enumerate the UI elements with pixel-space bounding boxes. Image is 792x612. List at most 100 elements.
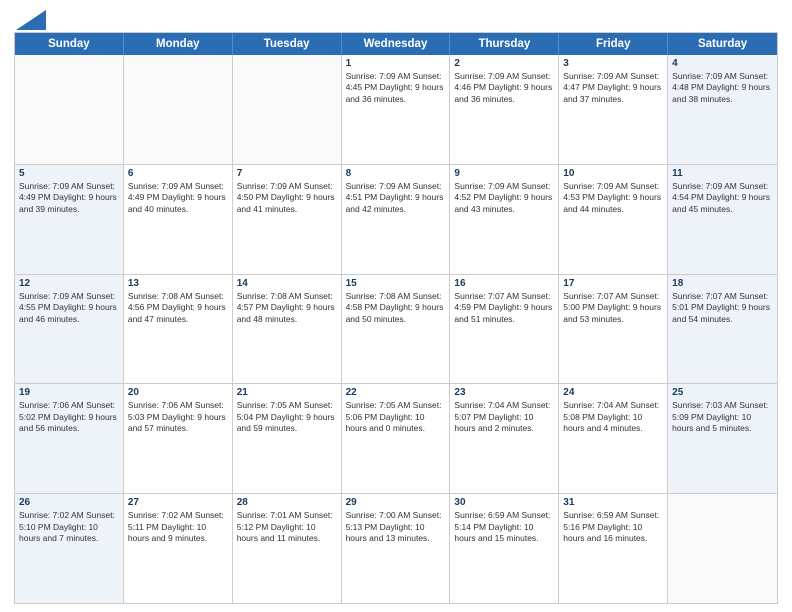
day-number: 22 bbox=[346, 387, 446, 398]
day-info: Sunrise: 7:06 AM Sunset: 5:02 PM Dayligh… bbox=[19, 400, 119, 434]
day-cell-4-7: 25 Sunrise: 7:03 AM Sunset: 5:09 PM Dayli… bbox=[668, 384, 777, 493]
day-number: 1 bbox=[346, 58, 446, 69]
day-cell-3-1: 12Sunrise: 7:09 AM Sunset: 4:55 PM Dayli… bbox=[15, 275, 124, 384]
day-cell-3-7: 18 Sunrise: 7:07 AM Sunset: 5:01 PM Dayli… bbox=[668, 275, 777, 384]
day-cell-2-2: 6Sunrise: 7:09 AM Sunset: 4:49 PM Daylig… bbox=[124, 165, 233, 274]
week-row-5: 26 Sunrise: 7:02 AM Sunset: 5:10 PM Dayli… bbox=[15, 493, 777, 603]
day-cell-5-1: 26 Sunrise: 7:02 AM Sunset: 5:10 PM Dayli… bbox=[15, 494, 124, 603]
day-cell-3-5: 16 Sunrise: 7:07 AM Sunset: 4:59 PM Dayli… bbox=[450, 275, 559, 384]
week-row-4: 19 Sunrise: 7:06 AM Sunset: 5:02 PM Dayli… bbox=[15, 383, 777, 493]
day-number: 14 bbox=[237, 278, 337, 289]
page: SundayMondayTuesdayWednesdayThursdayFrid… bbox=[0, 0, 792, 612]
day-cell-4-2: 20Sunrise: 7:06 AM Sunset: 5:03 PM Dayli… bbox=[124, 384, 233, 493]
day-info: Sunrise: 7:09 AM Sunset: 4:55 PM Dayligh… bbox=[19, 291, 119, 325]
day-cell-2-7: 11 Sunrise: 7:09 AM Sunset: 4:54 PM Dayli… bbox=[668, 165, 777, 274]
day-number: 19 bbox=[19, 387, 119, 398]
day-number: 26 bbox=[19, 497, 119, 508]
day-number: 27 bbox=[128, 497, 228, 508]
day-number: 28 bbox=[237, 497, 337, 508]
day-cell-1-4: 1 Sunrise: 7:09 AM Sunset: 4:45 PM Daylig… bbox=[342, 55, 451, 164]
day-cell-1-3 bbox=[233, 55, 342, 164]
day-number: 3 bbox=[563, 58, 663, 69]
day-info: Sunrise: 7:02 AM Sunset: 5:11 PM Dayligh… bbox=[128, 510, 228, 544]
day-header-tuesday: Tuesday bbox=[233, 33, 342, 55]
day-number: 30 bbox=[454, 497, 554, 508]
day-info: Sunrise: 7:09 AM Sunset: 4:47 PM Dayligh… bbox=[563, 71, 663, 105]
day-cell-2-3: 7 Sunrise: 7:09 AM Sunset: 4:50 PM Daylig… bbox=[233, 165, 342, 274]
day-cell-5-3: 28Sunrise: 7:01 AM Sunset: 5:12 PM Dayli… bbox=[233, 494, 342, 603]
day-info: Sunrise: 7:08 AM Sunset: 4:57 PM Dayligh… bbox=[237, 291, 337, 325]
day-info: Sunrise: 7:09 AM Sunset: 4:53 PM Dayligh… bbox=[563, 181, 663, 215]
day-cell-2-4: 8 Sunrise: 7:09 AM Sunset: 4:51 PM Daylig… bbox=[342, 165, 451, 274]
day-cell-5-6: 31 Sunrise: 6:59 AM Sunset: 5:16 PM Dayli… bbox=[559, 494, 668, 603]
day-number: 10 bbox=[563, 168, 663, 179]
day-info: Sunrise: 7:05 AM Sunset: 5:06 PM Dayligh… bbox=[346, 400, 446, 434]
day-info: Sunrise: 7:09 AM Sunset: 4:50 PM Dayligh… bbox=[237, 181, 337, 215]
day-cell-1-2 bbox=[124, 55, 233, 164]
day-number: 2 bbox=[454, 58, 554, 69]
day-cell-3-3: 14 Sunrise: 7:08 AM Sunset: 4:57 PM Dayli… bbox=[233, 275, 342, 384]
day-number: 21 bbox=[237, 387, 337, 398]
day-cell-2-1: 5 Sunrise: 7:09 AM Sunset: 4:49 PM Daylig… bbox=[15, 165, 124, 274]
day-cell-3-4: 15 Sunrise: 7:08 AM Sunset: 4:58 PM Dayli… bbox=[342, 275, 451, 384]
day-info: Sunrise: 7:07 AM Sunset: 4:59 PM Dayligh… bbox=[454, 291, 554, 325]
day-cell-4-4: 22 Sunrise: 7:05 AM Sunset: 5:06 PM Dayli… bbox=[342, 384, 451, 493]
day-info: Sunrise: 7:05 AM Sunset: 5:04 PM Dayligh… bbox=[237, 400, 337, 434]
day-cell-4-6: 24 Sunrise: 7:04 AM Sunset: 5:08 PM Dayli… bbox=[559, 384, 668, 493]
day-info: Sunrise: 7:09 AM Sunset: 4:49 PM Dayligh… bbox=[19, 181, 119, 215]
day-info: Sunrise: 7:04 AM Sunset: 5:07 PM Dayligh… bbox=[454, 400, 554, 434]
day-number: 31 bbox=[563, 497, 663, 508]
day-cell-4-3: 21 Sunrise: 7:05 AM Sunset: 5:04 PM Dayli… bbox=[233, 384, 342, 493]
day-number: 17 bbox=[563, 278, 663, 289]
day-info: Sunrise: 7:08 AM Sunset: 4:58 PM Dayligh… bbox=[346, 291, 446, 325]
day-info: Sunrise: 7:09 AM Sunset: 4:49 PM Dayligh… bbox=[128, 181, 228, 215]
day-number: 24 bbox=[563, 387, 663, 398]
day-cell-1-6: 3 Sunrise: 7:09 AM Sunset: 4:47 PM Daylig… bbox=[559, 55, 668, 164]
day-info: Sunrise: 7:09 AM Sunset: 4:54 PM Dayligh… bbox=[672, 181, 773, 215]
day-number: 5 bbox=[19, 168, 119, 179]
day-cell-4-5: 23 Sunrise: 7:04 AM Sunset: 5:07 PM Dayli… bbox=[450, 384, 559, 493]
day-header-thursday: Thursday bbox=[450, 33, 559, 55]
day-cell-5-5: 30 Sunrise: 6:59 AM Sunset: 5:14 PM Dayli… bbox=[450, 494, 559, 603]
day-info: Sunrise: 7:04 AM Sunset: 5:08 PM Dayligh… bbox=[563, 400, 663, 434]
day-number: 7 bbox=[237, 168, 337, 179]
week-row-1: 1 Sunrise: 7:09 AM Sunset: 4:45 PM Daylig… bbox=[15, 55, 777, 164]
day-info: Sunrise: 7:02 AM Sunset: 5:10 PM Dayligh… bbox=[19, 510, 119, 544]
day-number: 25 bbox=[672, 387, 773, 398]
day-info: Sunrise: 7:09 AM Sunset: 4:45 PM Dayligh… bbox=[346, 71, 446, 105]
day-info: Sunrise: 7:07 AM Sunset: 5:00 PM Dayligh… bbox=[563, 291, 663, 325]
day-cell-1-5: 2 Sunrise: 7:09 AM Sunset: 4:46 PM Daylig… bbox=[450, 55, 559, 164]
day-cell-1-7: 4Sunrise: 7:09 AM Sunset: 4:48 PM Daylig… bbox=[668, 55, 777, 164]
calendar-body: 1 Sunrise: 7:09 AM Sunset: 4:45 PM Daylig… bbox=[15, 55, 777, 603]
day-number: 11 bbox=[672, 168, 773, 179]
day-info: Sunrise: 7:03 AM Sunset: 5:09 PM Dayligh… bbox=[672, 400, 773, 434]
logo bbox=[14, 10, 46, 26]
week-row-3: 12Sunrise: 7:09 AM Sunset: 4:55 PM Dayli… bbox=[15, 274, 777, 384]
day-cell-5-7 bbox=[668, 494, 777, 603]
day-cell-4-1: 19 Sunrise: 7:06 AM Sunset: 5:02 PM Dayli… bbox=[15, 384, 124, 493]
day-number: 23 bbox=[454, 387, 554, 398]
day-headers: SundayMondayTuesdayWednesdayThursdayFrid… bbox=[15, 33, 777, 55]
day-info: Sunrise: 6:59 AM Sunset: 5:16 PM Dayligh… bbox=[563, 510, 663, 544]
day-cell-2-5: 9Sunrise: 7:09 AM Sunset: 4:52 PM Daylig… bbox=[450, 165, 559, 274]
day-header-wednesday: Wednesday bbox=[342, 33, 451, 55]
day-info: Sunrise: 7:09 AM Sunset: 4:46 PM Dayligh… bbox=[454, 71, 554, 105]
day-header-sunday: Sunday bbox=[15, 33, 124, 55]
day-info: Sunrise: 7:09 AM Sunset: 4:52 PM Dayligh… bbox=[454, 181, 554, 215]
day-number: 8 bbox=[346, 168, 446, 179]
day-header-saturday: Saturday bbox=[668, 33, 777, 55]
day-cell-2-6: 10 Sunrise: 7:09 AM Sunset: 4:53 PM Dayli… bbox=[559, 165, 668, 274]
day-number: 13 bbox=[128, 278, 228, 289]
day-number: 20 bbox=[128, 387, 228, 398]
day-number: 18 bbox=[672, 278, 773, 289]
day-info: Sunrise: 6:59 AM Sunset: 5:14 PM Dayligh… bbox=[454, 510, 554, 544]
logo-icon bbox=[16, 10, 46, 30]
day-info: Sunrise: 7:08 AM Sunset: 4:56 PM Dayligh… bbox=[128, 291, 228, 325]
day-number: 16 bbox=[454, 278, 554, 289]
day-info: Sunrise: 7:09 AM Sunset: 4:48 PM Dayligh… bbox=[672, 71, 773, 105]
day-info: Sunrise: 7:07 AM Sunset: 5:01 PM Dayligh… bbox=[672, 291, 773, 325]
day-header-friday: Friday bbox=[559, 33, 668, 55]
day-number: 15 bbox=[346, 278, 446, 289]
day-info: Sunrise: 7:09 AM Sunset: 4:51 PM Dayligh… bbox=[346, 181, 446, 215]
day-cell-3-2: 13 Sunrise: 7:08 AM Sunset: 4:56 PM Dayli… bbox=[124, 275, 233, 384]
